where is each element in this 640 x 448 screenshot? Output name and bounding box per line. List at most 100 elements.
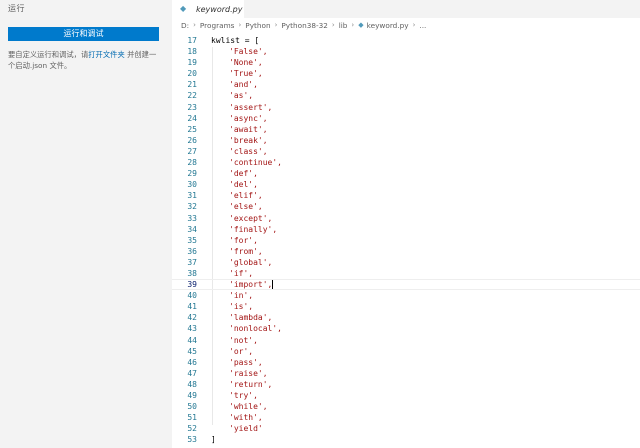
- code-line[interactable]: 26 'break',: [172, 135, 640, 146]
- code-line[interactable]: 30 'del',: [172, 179, 640, 190]
- line-number: 31: [187, 191, 197, 201]
- code-text: 'not',: [229, 335, 258, 345]
- code-line[interactable]: 27 'class',: [172, 146, 640, 157]
- code-line[interactable]: 41 'is',: [172, 301, 640, 312]
- code-line[interactable]: 45 'or',: [172, 346, 640, 357]
- run-and-debug-button[interactable]: 运行和调试: [8, 27, 159, 41]
- line-number: 43: [187, 324, 197, 334]
- code-line[interactable]: 20 'True',: [172, 68, 640, 79]
- breadcrumb-file[interactable]: keyword.py: [367, 21, 409, 30]
- code-text: 'for',: [229, 235, 258, 245]
- code-text: 'if',: [229, 268, 254, 278]
- code-text: 'lambda',: [229, 313, 273, 323]
- breadcrumb-programs[interactable]: Programs: [200, 21, 235, 30]
- breadcrumb-python[interactable]: Python: [245, 21, 270, 30]
- breadcrumb-ellipsis[interactable]: ...: [419, 21, 426, 30]
- code-line[interactable]: 40 'in',: [172, 290, 640, 301]
- chevron-right-icon: ›: [351, 21, 355, 29]
- line-number: 51: [187, 413, 197, 423]
- line-number: 52: [187, 424, 197, 434]
- code-line[interactable]: 35 'for',: [172, 235, 640, 246]
- breadcrumb: D: › Programs › Python › Python38-32 › l…: [181, 19, 426, 31]
- code-line[interactable]: 37 'global',: [172, 257, 640, 268]
- code-line[interactable]: 50 'while',: [172, 401, 640, 412]
- code-text: 'def',: [229, 169, 258, 179]
- code-text: 'yield': [229, 424, 263, 434]
- code-line[interactable]: 31 'elif',: [172, 190, 640, 201]
- code-line[interactable]: 22 'as',: [172, 90, 640, 101]
- sidebar-title: 运行: [8, 4, 25, 13]
- code-text: 'as',: [229, 91, 254, 101]
- code-text: 'None',: [229, 58, 263, 68]
- line-number: 53: [187, 435, 197, 445]
- line-number: 45: [187, 346, 197, 356]
- code-line[interactable]: 36 'from',: [172, 246, 640, 257]
- breadcrumb-lib[interactable]: lib: [339, 21, 348, 30]
- line-number: 20: [187, 69, 197, 79]
- code-line[interactable]: 18 'False',: [172, 46, 640, 57]
- sidebar-description: 要自定义运行和调试，请打开文件夹 并创建一个启动.json 文件。: [8, 50, 163, 71]
- code-line[interactable]: 51 'with',: [172, 412, 640, 423]
- code-text: 'else',: [229, 202, 263, 212]
- code-line[interactable]: 25 'await',: [172, 124, 640, 135]
- code-text: 'global',: [229, 257, 273, 267]
- line-number: 19: [187, 58, 197, 68]
- code-line[interactable]: 21 'and',: [172, 79, 640, 90]
- code-text: 'True',: [229, 69, 263, 79]
- code-line[interactable]: 39 'import',: [172, 279, 640, 291]
- code-line[interactable]: 32 'else',: [172, 201, 640, 212]
- code-line[interactable]: 42 'lambda',: [172, 312, 640, 323]
- description-before: 要自定义运行和调试，请: [8, 50, 89, 59]
- open-folder-link[interactable]: 打开文件夹: [88, 50, 124, 59]
- code-line[interactable]: 34 'finally',: [172, 224, 640, 235]
- code-text: 'with',: [229, 413, 263, 423]
- line-number: 18: [187, 47, 197, 57]
- line-number: 41: [187, 302, 197, 312]
- code-line[interactable]: 28 'continue',: [172, 157, 640, 168]
- code-text: 'and',: [229, 80, 258, 90]
- code-line[interactable]: 47 'raise',: [172, 368, 640, 379]
- code-text: 'finally',: [229, 224, 278, 234]
- code-line[interactable]: 46 'pass',: [172, 357, 640, 368]
- code-text: 'class',: [229, 146, 268, 156]
- breadcrumb-drive[interactable]: D:: [181, 21, 189, 30]
- code-line[interactable]: 49 'try',: [172, 390, 640, 401]
- line-number: 24: [187, 113, 197, 123]
- code-line[interactable]: 53]: [172, 434, 640, 445]
- code-line[interactable]: 17 kwlist = [: [172, 35, 640, 46]
- run-sidebar: 运行 运行和调试 要自定义运行和调试，请打开文件夹 并创建一个启动.json 文…: [0, 0, 172, 448]
- code-text: 'return',: [229, 379, 273, 389]
- code-text: 'in',: [229, 291, 254, 301]
- tab-keyword-py[interactable]: ◆ keyword.py: [172, 0, 244, 18]
- line-number: 47: [187, 368, 197, 378]
- line-number: 40: [187, 291, 197, 301]
- line-number: 42: [187, 313, 197, 323]
- line-number: 17: [187, 36, 197, 45]
- code-line[interactable]: 23 'assert',: [172, 102, 640, 113]
- code-line[interactable]: 19 'None',: [172, 57, 640, 68]
- code-text: 'while',: [229, 402, 268, 412]
- code-text: 'pass',: [229, 357, 263, 367]
- code-line[interactable]: 29 'def',: [172, 168, 640, 179]
- code-line[interactable]: 38 'if',: [172, 268, 640, 279]
- code-line[interactable]: 48 'return',: [172, 379, 640, 390]
- code-line[interactable]: 52 'yield': [172, 423, 640, 434]
- line-number: 26: [187, 135, 197, 145]
- code-text: 'import',: [229, 280, 274, 290]
- editor-area: ◆ keyword.py D: › Programs › Python › Py…: [172, 0, 640, 448]
- code-text: 'except',: [229, 213, 273, 223]
- code-text: 'await',: [229, 124, 268, 134]
- chevron-right-icon: ›: [274, 21, 278, 29]
- breadcrumb-python38[interactable]: Python38-32: [281, 21, 328, 30]
- line-number: 44: [187, 335, 197, 345]
- code-line[interactable]: 33 'except',: [172, 213, 640, 224]
- code-editor[interactable]: 17 kwlist = [18 'False', 19 'None', 20 'True',…: [172, 35, 640, 445]
- chevron-right-icon: ›: [331, 21, 335, 29]
- code-text: 'nonlocal',: [229, 324, 282, 334]
- line-number: 33: [187, 213, 197, 223]
- python-file-icon: ◆: [358, 21, 364, 29]
- code-line[interactable]: 43 'nonlocal',: [172, 323, 640, 334]
- code-line[interactable]: 24 'async',: [172, 113, 640, 124]
- line-number: 30: [187, 180, 197, 190]
- code-line[interactable]: 44 'not',: [172, 335, 640, 346]
